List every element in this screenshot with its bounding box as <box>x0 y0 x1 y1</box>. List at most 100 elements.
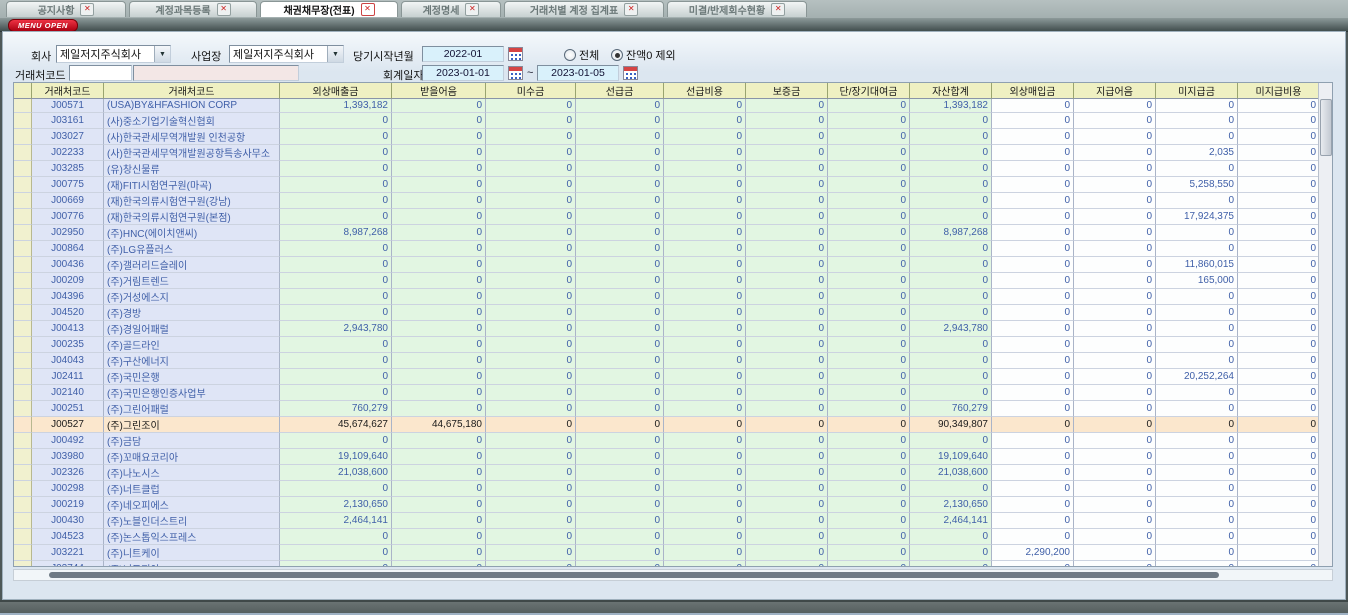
table-row[interactable]: J02326(주)나노시스21,038,60000000021,038,6000… <box>14 465 1333 481</box>
amount-cell[interactable]: 0 <box>746 449 828 465</box>
amount-cell[interactable]: 0 <box>576 305 664 321</box>
row-selector-cell[interactable] <box>14 481 32 497</box>
amount-cell[interactable]: 0 <box>992 257 1074 273</box>
amount-cell[interactable]: 0 <box>828 321 910 337</box>
vendor-code-cell[interactable]: J00527 <box>32 417 104 433</box>
table-row[interactable]: J00298(주)너트클럽0000000000000 <box>14 481 1333 497</box>
table-row[interactable]: J03980(주)꼬매요코리아19,109,64000000019,109,64… <box>14 449 1333 465</box>
amount-cell[interactable]: 0 <box>486 305 576 321</box>
amount-cell[interactable]: 0 <box>1238 193 1320 209</box>
column-header[interactable]: 외상매입금 <box>992 83 1074 99</box>
table-row[interactable]: J02950(주)HNC(에이치앤씨)8,987,2680000008,987,… <box>14 225 1333 241</box>
amount-cell[interactable]: 760,279 <box>280 401 392 417</box>
amount-cell[interactable]: 0 <box>664 321 746 337</box>
vendor-name-cell[interactable]: (USA)BY&HFASHION CORP <box>104 99 280 113</box>
table-row[interactable]: J03285(유)창신물류0000000000000 <box>14 161 1333 177</box>
amount-cell[interactable]: 0 <box>486 433 576 449</box>
column-header[interactable]: 외상매출금 <box>280 83 392 99</box>
amount-cell[interactable]: 0 <box>828 545 910 561</box>
amount-cell[interactable]: 0 <box>576 385 664 401</box>
vendor-code-cell[interactable]: J03161 <box>32 113 104 129</box>
amount-cell[interactable]: 0 <box>910 433 992 449</box>
amount-cell[interactable]: 0 <box>280 273 392 289</box>
row-selector-cell[interactable] <box>14 465 32 481</box>
table-row[interactable]: J00251(주)그린어패럴760,279000000760,27900000 <box>14 401 1333 417</box>
amount-cell[interactable]: 0 <box>664 433 746 449</box>
amount-cell[interactable]: 0 <box>664 241 746 257</box>
amount-cell[interactable]: 0 <box>746 289 828 305</box>
amount-cell[interactable]: 0 <box>1238 273 1320 289</box>
column-header[interactable]: 보증금 <box>746 83 828 99</box>
amount-cell[interactable]: 0 <box>828 305 910 321</box>
amount-cell[interactable]: 0 <box>1074 385 1156 401</box>
amount-cell[interactable]: 0 <box>486 369 576 385</box>
row-selector-cell[interactable] <box>14 529 32 545</box>
amount-cell[interactable]: 0 <box>1074 209 1156 225</box>
vendor-code-cell[interactable]: J02233 <box>32 145 104 161</box>
amount-cell[interactable]: 0 <box>576 241 664 257</box>
horizontal-scrollbar[interactable] <box>13 569 1333 581</box>
amount-cell[interactable]: 0 <box>1238 529 1320 545</box>
amount-cell[interactable]: 0 <box>392 99 486 113</box>
amount-cell[interactable]: 0 <box>828 241 910 257</box>
amount-cell[interactable]: 0 <box>1238 99 1320 113</box>
vendor-name-cell[interactable]: (재)한국의류시험연구원(강남) <box>104 193 280 209</box>
column-header[interactable]: 자산합계 <box>910 83 992 99</box>
amount-cell[interactable]: 0 <box>992 225 1074 241</box>
amount-cell[interactable]: 0 <box>992 529 1074 545</box>
amount-cell[interactable]: 0 <box>1156 305 1238 321</box>
vendor-code-cell[interactable]: J03221 <box>32 545 104 561</box>
amount-cell[interactable]: 0 <box>746 513 828 529</box>
amount-cell[interactable]: 0 <box>828 401 910 417</box>
vendor-name-cell[interactable]: (주)LG유플러스 <box>104 241 280 257</box>
amount-cell[interactable]: 0 <box>664 353 746 369</box>
vendor-code-cell[interactable]: J03285 <box>32 161 104 177</box>
amount-cell[interactable]: 0 <box>664 529 746 545</box>
amount-cell[interactable]: 0 <box>1238 369 1320 385</box>
amount-cell[interactable]: 0 <box>664 497 746 513</box>
amount-cell[interactable]: 0 <box>486 113 576 129</box>
amount-cell[interactable]: 0 <box>392 561 486 567</box>
row-selector-cell[interactable] <box>14 177 32 193</box>
vendor-code-cell[interactable]: J02326 <box>32 465 104 481</box>
vendor-name-cell[interactable]: (주)그린조이 <box>104 417 280 433</box>
row-selector-cell[interactable] <box>14 337 32 353</box>
amount-cell[interactable]: 0 <box>486 481 576 497</box>
row-selector-cell[interactable] <box>14 225 32 241</box>
amount-cell[interactable]: 0 <box>576 545 664 561</box>
column-header[interactable]: 거래처코드 <box>32 83 104 99</box>
vendor-name-cell[interactable]: (주)노블인더스트리 <box>104 513 280 529</box>
amount-cell[interactable]: 0 <box>746 177 828 193</box>
amount-cell[interactable]: 0 <box>576 337 664 353</box>
amount-cell[interactable]: 0 <box>392 449 486 465</box>
row-selector-cell[interactable] <box>14 161 32 177</box>
amount-cell[interactable]: 0 <box>664 257 746 273</box>
amount-cell[interactable]: 0 <box>992 113 1074 129</box>
amount-cell[interactable]: 0 <box>280 209 392 225</box>
row-selector-cell[interactable] <box>14 193 32 209</box>
amount-cell[interactable]: 0 <box>746 369 828 385</box>
amount-cell[interactable]: 0 <box>828 225 910 241</box>
amount-cell[interactable]: 0 <box>280 305 392 321</box>
amount-cell[interactable]: 0 <box>992 561 1074 567</box>
amount-cell[interactable]: 0 <box>392 465 486 481</box>
amount-cell[interactable]: 0 <box>486 337 576 353</box>
amount-cell[interactable]: 0 <box>1074 193 1156 209</box>
amount-cell[interactable]: 0 <box>1074 561 1156 567</box>
amount-cell[interactable]: 0 <box>664 177 746 193</box>
amount-cell[interactable]: 0 <box>486 145 576 161</box>
amount-cell[interactable]: 0 <box>992 481 1074 497</box>
amount-cell[interactable]: 0 <box>486 99 576 113</box>
amount-cell[interactable]: 0 <box>576 449 664 465</box>
amount-cell[interactable]: 0 <box>828 497 910 513</box>
amount-cell[interactable]: 0 <box>664 289 746 305</box>
amount-cell[interactable]: 0 <box>664 193 746 209</box>
amount-cell[interactable]: 0 <box>910 129 992 145</box>
table-row[interactable]: J00527(주)그린조이45,674,62744,675,1800000090… <box>14 417 1333 433</box>
amount-cell[interactable]: 21,038,600 <box>910 465 992 481</box>
amount-cell[interactable]: 0 <box>392 209 486 225</box>
amount-cell[interactable]: 0 <box>828 145 910 161</box>
amount-cell[interactable]: 0 <box>576 129 664 145</box>
amount-cell[interactable]: 0 <box>576 513 664 529</box>
vendor-name-cell[interactable]: (사)한국관세무역개발원공항특송사무소 <box>104 145 280 161</box>
